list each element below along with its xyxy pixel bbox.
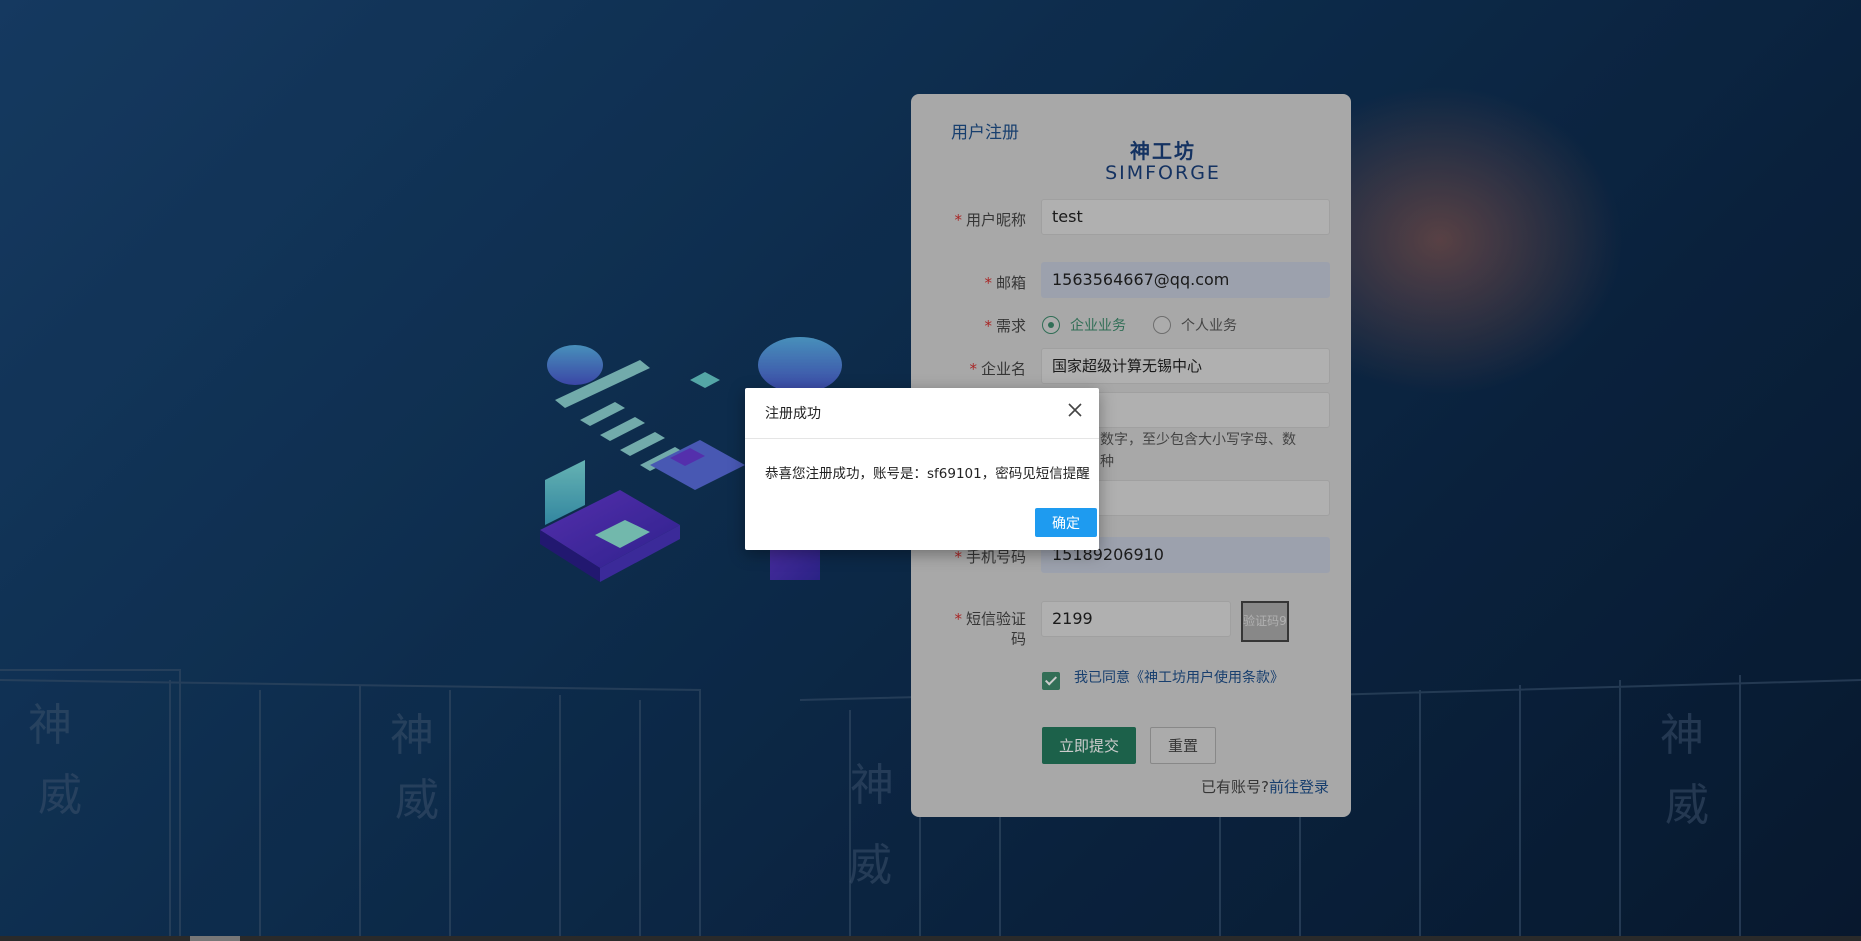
dialog-title: 注册成功: [765, 406, 821, 422]
horizontal-scrollbar[interactable]: [0, 936, 1861, 941]
scrollbar-thumb[interactable]: [190, 936, 240, 941]
dialog-divider: [745, 438, 1099, 439]
success-dialog: 注册成功 恭喜您注册成功，账号是：sf69101，密码见短信提醒 确定: [745, 388, 1099, 550]
close-icon[interactable]: [1063, 398, 1087, 422]
dialog-message: 恭喜您注册成功，账号是：sf69101，密码见短信提醒: [765, 466, 1090, 482]
dialog-ok-button[interactable]: 确定: [1035, 508, 1097, 537]
